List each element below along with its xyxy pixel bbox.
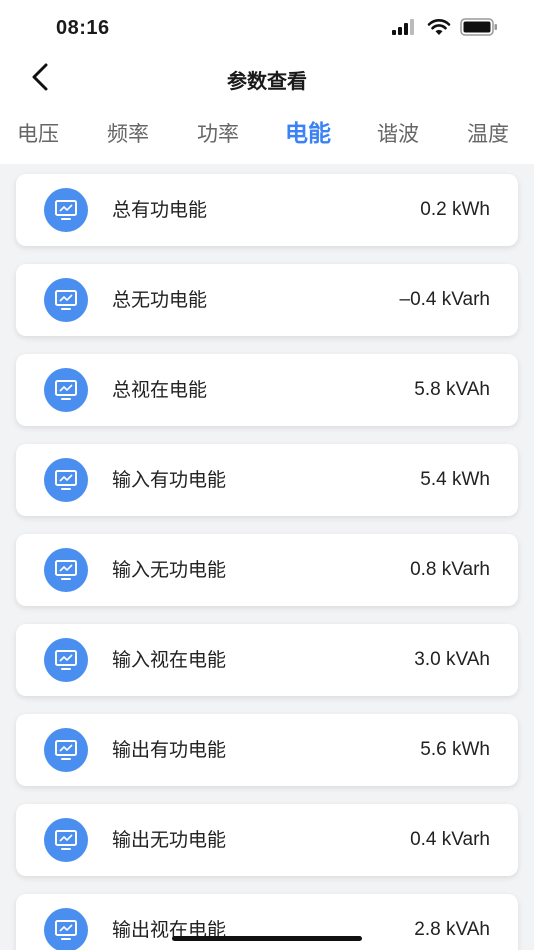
item-value: 3.0 kVAh	[414, 649, 490, 670]
list-item-input-apparent-energy[interactable]: 输入视在电能 3.0 kVAh	[16, 624, 518, 696]
list-item-output-apparent-energy[interactable]: 输出视在电能 2.8 kVAh	[16, 894, 518, 950]
page-title: 参数查看	[227, 69, 307, 93]
tab-bar: 电压 频率 功率 电能 谐波 温度	[0, 114, 534, 154]
tab-energy[interactable]: 电能	[273, 114, 343, 154]
list-item-output-active-energy[interactable]: 输出有功电能 5.6 kWh	[16, 714, 518, 786]
item-label: 输入视在电能	[112, 649, 227, 671]
item-value: 2.8 kVAh	[414, 919, 490, 940]
item-label: 总无功电能	[112, 289, 208, 311]
nav-bar: 参数查看	[0, 58, 534, 100]
item-value: 0.4 kVarh	[410, 829, 490, 850]
monitor-chart-icon	[44, 638, 88, 682]
monitor-chart-icon	[44, 908, 88, 950]
item-value: –0.4 kVarh	[399, 289, 490, 310]
tab-harmonics[interactable]: 谐波	[363, 114, 433, 154]
monitor-chart-icon	[44, 818, 88, 862]
item-value: 5.4 kWh	[420, 469, 490, 490]
monitor-chart-icon	[44, 728, 88, 772]
signal-icon	[392, 19, 418, 39]
tab-voltage[interactable]: 电压	[3, 114, 73, 154]
list-item-input-active-energy[interactable]: 输入有功电能 5.4 kWh	[16, 444, 518, 516]
monitor-chart-icon	[44, 458, 88, 502]
item-label: 输入无功电能	[112, 559, 227, 581]
home-indicator[interactable]	[172, 936, 362, 941]
item-label: 输出视在电能	[112, 919, 227, 941]
wifi-icon	[427, 18, 451, 40]
item-value: 5.8 kVAh	[414, 379, 490, 400]
item-value: 5.6 kWh	[420, 739, 490, 760]
status-icons	[392, 18, 498, 40]
list-item-total-active-energy[interactable]: 总有功电能 0.2 kWh	[16, 174, 518, 246]
item-value: 0.8 kVarh	[410, 559, 490, 580]
header-area: 08:16 参数查看 电压 频率 功率 电能 谐波 温度	[0, 0, 534, 164]
item-value: 0.2 kWh	[420, 199, 490, 220]
list-item-output-reactive-energy[interactable]: 输出无功电能 0.4 kVarh	[16, 804, 518, 876]
tab-power[interactable]: 功率	[183, 114, 253, 154]
battery-icon	[460, 18, 498, 40]
monitor-chart-icon	[44, 368, 88, 412]
item-label: 输出无功电能	[112, 829, 227, 851]
item-label: 总视在电能	[112, 379, 208, 401]
list-item-total-reactive-energy[interactable]: 总无功电能 –0.4 kVarh	[16, 264, 518, 336]
list-item-input-reactive-energy[interactable]: 输入无功电能 0.8 kVarh	[16, 534, 518, 606]
item-label: 输出有功电能	[112, 739, 227, 761]
monitor-chart-icon	[44, 278, 88, 322]
status-time: 08:16	[56, 17, 110, 39]
tab-frequency[interactable]: 频率	[93, 114, 163, 154]
monitor-chart-icon	[44, 188, 88, 232]
status-bar: 08:16	[0, 0, 534, 58]
item-label: 输入有功电能	[112, 469, 227, 491]
tab-temperature[interactable]: 温度	[453, 114, 523, 154]
monitor-chart-icon	[44, 548, 88, 592]
list-item-total-apparent-energy[interactable]: 总视在电能 5.8 kVAh	[16, 354, 518, 426]
item-label: 总有功电能	[112, 199, 208, 221]
